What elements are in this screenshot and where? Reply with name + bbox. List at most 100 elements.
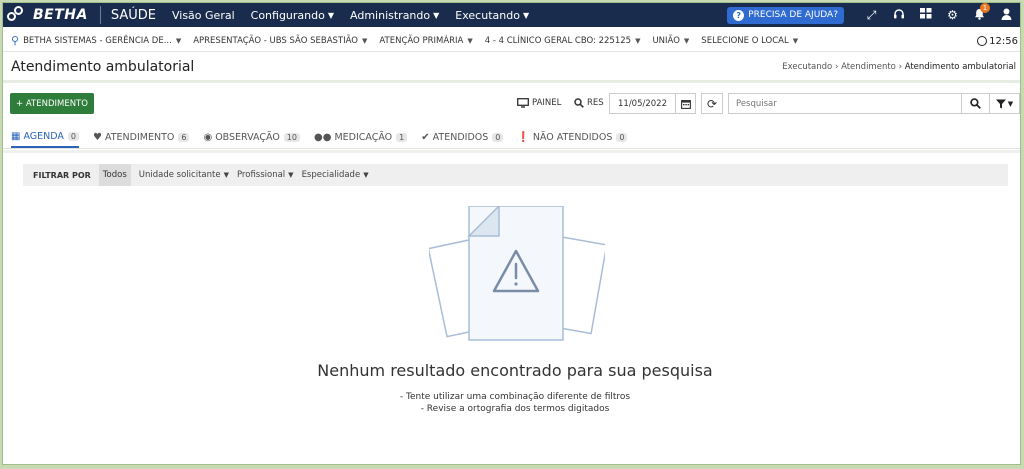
filter-button[interactable]: ▼ (989, 94, 1019, 113)
tab-observacao[interactable]: ◉ OBSERVAÇÃO 10 (203, 127, 300, 148)
help-button[interactable]: ? PRECISA DE AJUDA? (727, 6, 844, 24)
page-title: Atendimento ambulatorial (11, 59, 195, 75)
breadcrumb-item-executando[interactable]: Executando (782, 62, 832, 72)
filter-dropdown-label: Profissional (236, 170, 286, 180)
tab-medicacao[interactable]: ●● MEDICAÇÃO 1 (314, 127, 408, 148)
breadcrumb-item-atendimento[interactable]: Atendimento (841, 62, 896, 72)
help-label: PRECISA DE AJUDA? (748, 10, 838, 20)
tab-label: AGENDA (23, 131, 64, 142)
painel-label: PAINEL (532, 98, 562, 108)
search-icon (970, 98, 981, 109)
painel-button[interactable]: PAINEL (517, 98, 561, 108)
tab-label: MEDICAÇÃO (334, 132, 393, 143)
context-municipality-select[interactable]: UNIÃO ▼ (652, 36, 689, 46)
chevron-down-icon: ▼ (433, 10, 440, 20)
filter-bar: FILTRAR POR Todos Unidade solicitante ▼ … (23, 164, 1008, 186)
betha-logo[interactable]: BETHA (3, 3, 88, 27)
context-label: APRESENTAÇÃO - UBS SÃO SEBASTIÃO (193, 35, 358, 46)
divider (99, 6, 101, 24)
app-window: BETHA SAÚDE Visão Geral Configurando ▼ Ad… (2, 2, 1021, 465)
res-button[interactable]: RES (574, 98, 604, 108)
status-tabs: ▦ AGENDA 0 ♥ ATENDIMENTO 6 ◉ OBSERVAÇÃO … (3, 127, 1020, 149)
context-care-level-select[interactable]: ATENÇÃO PRIMÁRIA ▼ (379, 36, 472, 46)
chevron-down-icon: ▼ (327, 10, 335, 20)
tab-atendidos[interactable]: ✔ ATENDIDOS 0 (421, 127, 504, 148)
filter-label: FILTRAR POR (33, 170, 91, 180)
tab-agenda[interactable]: ▦ AGENDA 0 (11, 127, 79, 148)
tab-nao-atendidos[interactable]: ❗ NÃO ATENDIDOS 0 (517, 127, 628, 148)
context-unit-select[interactable]: APRESENTAÇÃO - UBS SÃO SEBASTIÃO ▼ (193, 36, 367, 46)
filter-icon (995, 99, 1006, 108)
chevron-down-icon: ▼ (467, 36, 473, 45)
empty-state-tip: - Tente utilizar uma combinação diferent… (399, 392, 631, 402)
tab-label: OBSERVAÇÃO (215, 132, 280, 143)
menu-administrando[interactable]: Administrando ▼ (350, 9, 439, 22)
tab-label: ATENDIMENTO (104, 132, 175, 143)
menu-label: Administrando (350, 8, 431, 22)
date-value[interactable]: 11/05/2022 (610, 99, 675, 109)
monitor-icon (517, 98, 529, 108)
breadcrumb: Executando › Atendimento › Atendimento a… (782, 62, 1016, 72)
context-bar: ⚲ BETHA SISTEMAS - GERÊNCIA DE... ▼ APRE… (3, 30, 1020, 52)
context-label: UNIÃO (652, 35, 680, 46)
product-name[interactable]: SAÚDE (111, 8, 156, 23)
date-picker[interactable]: 11/05/2022 (609, 93, 696, 114)
question-icon: ? (733, 9, 745, 21)
divider (3, 150, 1020, 153)
filter-especialidade[interactable]: Especialidade ▼ (302, 170, 369, 180)
apps-grid-icon[interactable] (912, 8, 939, 22)
menu-label: Visão Geral (171, 8, 235, 22)
context-label: BETHA SISTEMAS - GERÊNCIA DE... (23, 35, 172, 46)
organization-icon: ⚲ (11, 34, 20, 47)
search-input[interactable] (729, 94, 961, 113)
tab-count-badge: 0 (492, 133, 504, 142)
calendar-icon[interactable] (675, 94, 695, 113)
calendar-icon: ▦ (11, 131, 21, 142)
expand-icon[interactable]: ⤢ (858, 8, 885, 23)
brand-name: BETHA (33, 7, 88, 23)
eye-icon: ◉ (203, 132, 213, 143)
menu-executando[interactable]: Executando ▼ (455, 9, 529, 22)
context-entity-select[interactable]: ⚲ BETHA SISTEMAS - GERÊNCIA DE... ▼ (11, 34, 181, 47)
clock: 12:56 (977, 30, 1018, 52)
exclamation-circle-icon: ❗ (517, 132, 530, 143)
chevron-down-icon: ▼ (223, 171, 229, 179)
tab-count-badge: 6 (178, 133, 190, 142)
filter-dropdown-label: Especialidade (301, 170, 361, 180)
menu-label: Configurando (250, 8, 325, 22)
filter-dropdown-label: Unidade solicitante (138, 170, 221, 180)
tab-count-badge: 0 (616, 133, 628, 142)
chevron-down-icon: ▼ (175, 36, 182, 45)
empty-documents-illustration (429, 206, 605, 341)
tab-label: NÃO ATENDIDOS (532, 132, 613, 143)
filter-all-button[interactable]: Todos (98, 164, 131, 186)
menu-configurando[interactable]: Configurando ▼ (251, 9, 334, 22)
new-atendimento-button[interactable]: + ATENDIMENTO (10, 93, 94, 114)
tab-count-badge: 1 (396, 133, 408, 142)
headset-icon[interactable] (885, 8, 912, 23)
menu-label: Executando (455, 8, 520, 22)
empty-state-title: Nenhum resultado encontrado para sua pes… (317, 361, 713, 380)
search-icon (574, 98, 584, 108)
gears-icon[interactable]: ⚙ (939, 8, 966, 22)
search-bar: ▼ (728, 93, 1020, 114)
check-circle-icon: ✔ (421, 132, 430, 143)
filter-profissional[interactable]: Profissional ▼ (237, 170, 294, 180)
refresh-button[interactable]: ⟳ (701, 93, 723, 114)
tab-atendimento[interactable]: ♥ ATENDIMENTO 6 (93, 127, 190, 148)
empty-state-tip: - Revise a ortografia dos termos digitad… (420, 404, 610, 414)
chevron-down-icon: ▼ (635, 36, 641, 45)
context-label: ATENÇÃO PRIMÁRIA (379, 35, 464, 46)
heartbeat-icon: ♥ (93, 132, 102, 143)
chevron-down-icon: ▼ (522, 10, 530, 20)
menu-visao-geral[interactable]: Visão Geral (172, 9, 235, 22)
chevron-down-icon: ▼ (1007, 99, 1014, 108)
filter-unidade-solicitante[interactable]: Unidade solicitante ▼ (139, 170, 229, 180)
bell-icon[interactable]: 1 (966, 3, 993, 23)
user-icon[interactable] (993, 8, 1020, 23)
context-label: SELECIONE O LOCAL (701, 35, 789, 46)
search-button[interactable] (961, 94, 989, 113)
chevron-down-icon: ▼ (288, 171, 294, 179)
context-professional-select[interactable]: 4 - 4 CLÍNICO GERAL CBO: 225125 ▼ (485, 36, 641, 46)
context-location-select[interactable]: SELECIONE O LOCAL ▼ (701, 36, 798, 46)
